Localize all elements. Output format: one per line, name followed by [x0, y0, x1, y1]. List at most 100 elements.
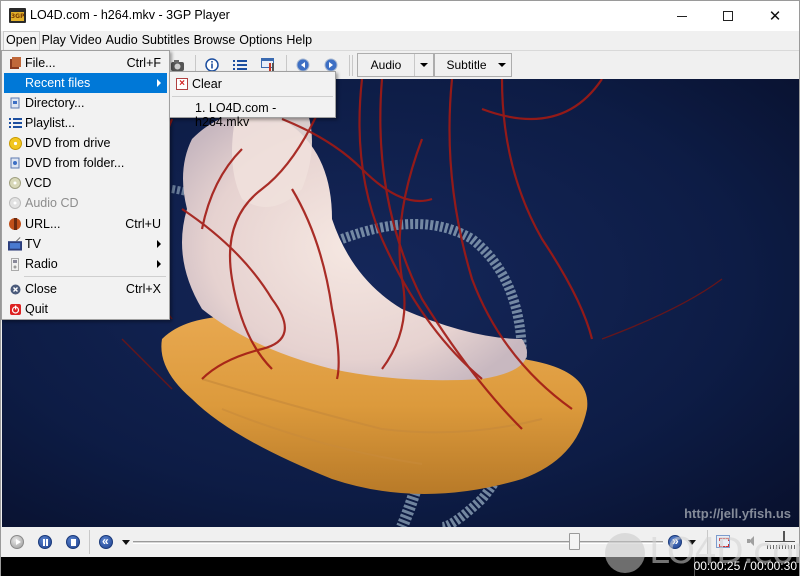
chevron-right-icon: [157, 240, 161, 248]
menu-item-label: Recent files: [25, 76, 91, 90]
forward-button[interactable]: [668, 534, 682, 549]
control-bar: [1, 527, 799, 557]
volume-ticks: [767, 545, 795, 549]
close-icon: ✕: [768, 6, 782, 25]
radio-icon: [8, 257, 22, 271]
menu-item-playlist[interactable]: Playlist...: [4, 113, 167, 133]
quit-icon: [8, 302, 22, 316]
toolbar-separator: [349, 55, 350, 76]
menu-item-label: Directory...: [25, 96, 85, 110]
menu-item-audio-cd[interactable]: Audio CD: [4, 193, 167, 213]
seek-bar[interactable]: [133, 541, 663, 544]
menu-item-shortcut: Ctrl+F: [126, 56, 161, 70]
menu-item-label: Radio: [25, 257, 58, 271]
dropdown-divider: [414, 54, 415, 76]
menu-audio[interactable]: Audio: [104, 31, 140, 50]
window-title: LO4D.com - h264.mkv - 3GP Player: [30, 8, 230, 22]
dvd-folder-icon: [8, 156, 22, 170]
menu-separator: [172, 96, 333, 97]
time-display: 00:00:25 / 00:00:30: [693, 559, 797, 573]
menu-item-label: Playlist...: [25, 116, 76, 130]
menu-bar: Open Play Video Audio Subtitles Browse O…: [1, 31, 799, 50]
menu-item-vcd[interactable]: VCD: [4, 173, 167, 193]
directory-icon: [8, 96, 22, 110]
audio-cd-icon: [8, 196, 22, 210]
audio-dropdown-label: Audio: [370, 58, 402, 72]
forward-options-dropdown[interactable]: [688, 540, 696, 545]
play-button[interactable]: [10, 535, 24, 549]
tv-icon: [8, 237, 22, 251]
menu-separator: [24, 276, 166, 277]
menu-item-quit[interactable]: Quit: [4, 299, 167, 319]
audio-track-dropdown[interactable]: Audio: [357, 53, 434, 77]
rewind-button[interactable]: [99, 534, 113, 549]
chevron-right-icon: [157, 79, 161, 87]
maximize-button[interactable]: [705, 1, 751, 31]
menu-item-shortcut: Ctrl+U: [125, 217, 161, 231]
recent-file-label: 1. LO4D.com - h264.mkv: [195, 101, 277, 129]
menu-item-label: Close: [25, 282, 57, 296]
app-icon: [9, 8, 26, 23]
volume-slider[interactable]: [765, 541, 795, 542]
vcd-icon: [8, 176, 22, 190]
menu-item-shortcut: Ctrl+X: [125, 282, 161, 296]
menu-video[interactable]: Video: [68, 31, 104, 50]
open-menu-dropdown: File... Ctrl+F Recent files Directory...…: [1, 50, 170, 320]
volume-slider-thumb[interactable]: [783, 531, 785, 542]
url-icon: [8, 217, 22, 231]
menu-item-label: URL...: [25, 217, 61, 231]
control-separator: [89, 530, 90, 554]
playlist-icon: [8, 116, 22, 130]
pause-button[interactable]: [38, 535, 52, 549]
close-window-button[interactable]: ✕: [752, 1, 798, 31]
menu-item-label: Quit: [25, 302, 48, 316]
close-icon: [8, 282, 22, 296]
chevron-right-icon: [157, 260, 161, 268]
menu-play[interactable]: Play: [40, 31, 68, 50]
seek-slider-thumb[interactable]: [568, 533, 580, 550]
maximize-icon: [723, 11, 733, 21]
menu-item-directory[interactable]: Directory...: [4, 93, 167, 113]
chevron-down-icon: [498, 63, 506, 67]
file-icon: [8, 56, 22, 70]
menu-help[interactable]: Help: [284, 31, 314, 50]
menu-subtitles[interactable]: Subtitles: [140, 31, 192, 50]
rewind-options-dropdown[interactable]: [122, 540, 130, 545]
minimize-button[interactable]: [659, 1, 705, 31]
menu-item-close[interactable]: Close Ctrl+X: [4, 279, 167, 299]
fullscreen-button[interactable]: [716, 535, 730, 548]
subtitle-dropdown-label: Subtitle: [446, 58, 487, 72]
menu-options[interactable]: Options: [237, 31, 284, 50]
subtitle-track-dropdown[interactable]: Subtitle: [434, 53, 512, 77]
menu-open[interactable]: Open: [3, 31, 40, 50]
menu-item-recent-files[interactable]: Recent files: [4, 73, 167, 93]
menu-item-tv[interactable]: TV: [4, 234, 167, 254]
control-separator: [707, 530, 708, 554]
menu-browse[interactable]: Browse: [192, 31, 238, 50]
clear-icon: ×: [176, 78, 188, 90]
recent-file-item[interactable]: 1. LO4D.com - h264.mkv: [172, 98, 333, 129]
stop-button[interactable]: [66, 535, 80, 549]
menu-item-label: DVD from folder...: [25, 156, 125, 170]
menu-item-file[interactable]: File... Ctrl+F: [4, 53, 167, 73]
menu-item-label: Audio CD: [25, 196, 79, 210]
dvd-drive-icon: [8, 136, 22, 150]
minimize-icon: [677, 15, 687, 17]
menu-item-dvd-from-drive[interactable]: DVD from drive: [4, 133, 167, 153]
app-window: LO4D.com - h264.mkv - 3GP Player ✕ Open …: [0, 0, 800, 576]
status-bar: 00:00:25 / 00:00:30: [1, 557, 799, 576]
chevron-down-icon: [420, 63, 428, 67]
menu-item-label: File...: [25, 56, 56, 70]
menu-item-label: DVD from drive: [25, 136, 111, 150]
menu-item-label: VCD: [25, 176, 52, 190]
mute-button[interactable]: [747, 536, 755, 546]
recent-clear-label: Clear: [192, 77, 222, 91]
menu-item-radio[interactable]: Radio: [4, 254, 167, 274]
menu-item-dvd-from-folder[interactable]: DVD from folder...: [4, 153, 167, 173]
recent-files-submenu: × Clear 1. LO4D.com - h264.mkv: [169, 71, 336, 129]
title-bar: LO4D.com - h264.mkv - 3GP Player ✕: [1, 1, 799, 31]
menu-item-label: TV: [25, 237, 41, 251]
video-watermark: http://jell.yfish.us: [684, 506, 791, 521]
recent-clear-item[interactable]: × Clear: [172, 74, 333, 94]
menu-item-url[interactable]: URL... Ctrl+U: [4, 214, 167, 234]
